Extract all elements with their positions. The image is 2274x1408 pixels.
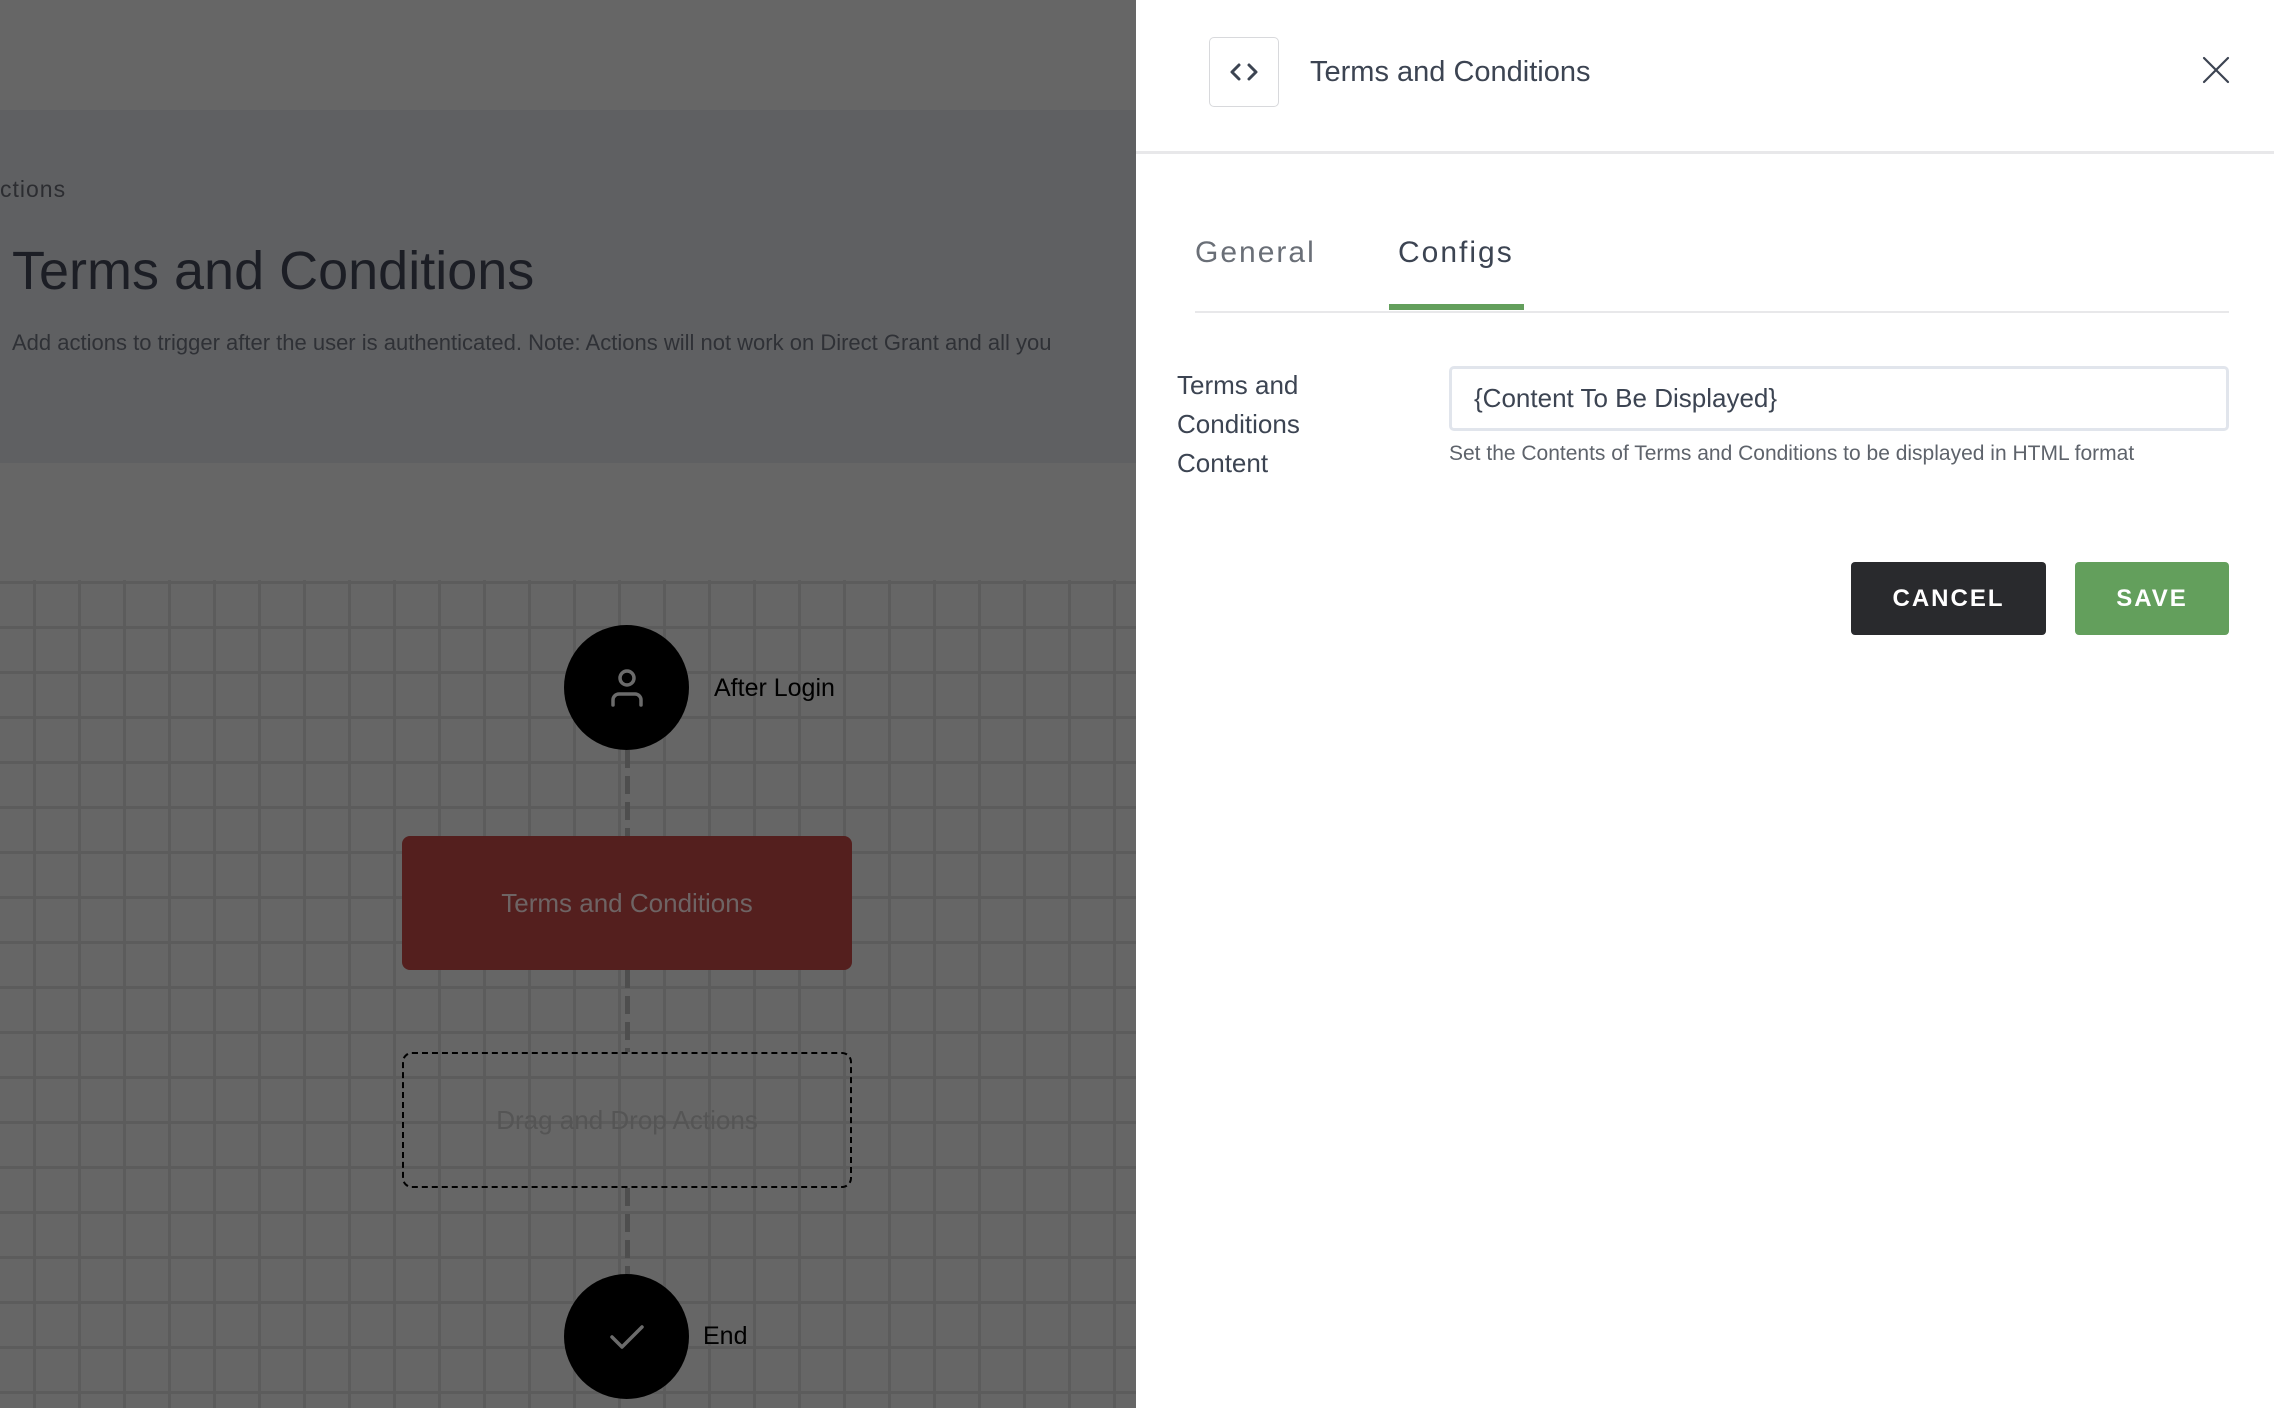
tab-bar: General Configs <box>1195 212 2229 313</box>
active-tab-indicator <box>1389 304 1524 310</box>
flow-canvas[interactable]: After Login Terms and Conditions Drag an… <box>0 580 1136 1408</box>
breadcrumb[interactable]: ctions <box>0 176 66 203</box>
background-app: ctions Terms and Conditions Add actions … <box>0 0 1136 1408</box>
check-icon <box>609 1324 644 1349</box>
end-node-label: End <box>703 1322 748 1350</box>
page-header: ctions Terms and Conditions Add actions … <box>0 110 1136 463</box>
start-node-label: After Login <box>714 674 835 702</box>
terms-content-hint: Set the Contents of Terms and Conditions… <box>1449 442 2135 465</box>
code-brackets-icon <box>1230 63 1258 81</box>
page-title: Terms and Conditions <box>12 241 535 301</box>
cancel-button[interactable]: CANCEL <box>1851 562 2046 635</box>
end-node[interactable] <box>564 1274 689 1399</box>
panel-title: Terms and Conditions <box>1310 56 1591 88</box>
connector <box>625 970 630 1052</box>
close-icon <box>2202 56 2230 84</box>
user-icon <box>610 668 643 707</box>
connector <box>625 1188 630 1274</box>
tab-configs[interactable]: Configs <box>1398 236 1514 270</box>
terms-content-label: Terms and Conditions Content <box>1177 370 1300 478</box>
action-node-terms[interactable]: Terms and Conditions <box>402 836 852 970</box>
save-button[interactable]: SAVE <box>2075 562 2229 635</box>
page-description: Add actions to trigger after the user is… <box>12 330 1052 355</box>
config-panel: Terms and Conditions General Configs Ter… <box>1136 0 2274 1408</box>
connector <box>625 750 630 836</box>
drop-zone[interactable]: Drag and Drop Actions <box>402 1052 852 1188</box>
panel-icon-box <box>1209 37 1279 107</box>
panel-header: Terms and Conditions <box>1136 0 2274 154</box>
top-bar <box>0 0 1136 110</box>
tab-general[interactable]: General <box>1195 236 1316 270</box>
close-button[interactable] <box>2196 50 2236 90</box>
terms-content-input[interactable] <box>1449 366 2229 431</box>
start-node[interactable] <box>564 625 689 750</box>
